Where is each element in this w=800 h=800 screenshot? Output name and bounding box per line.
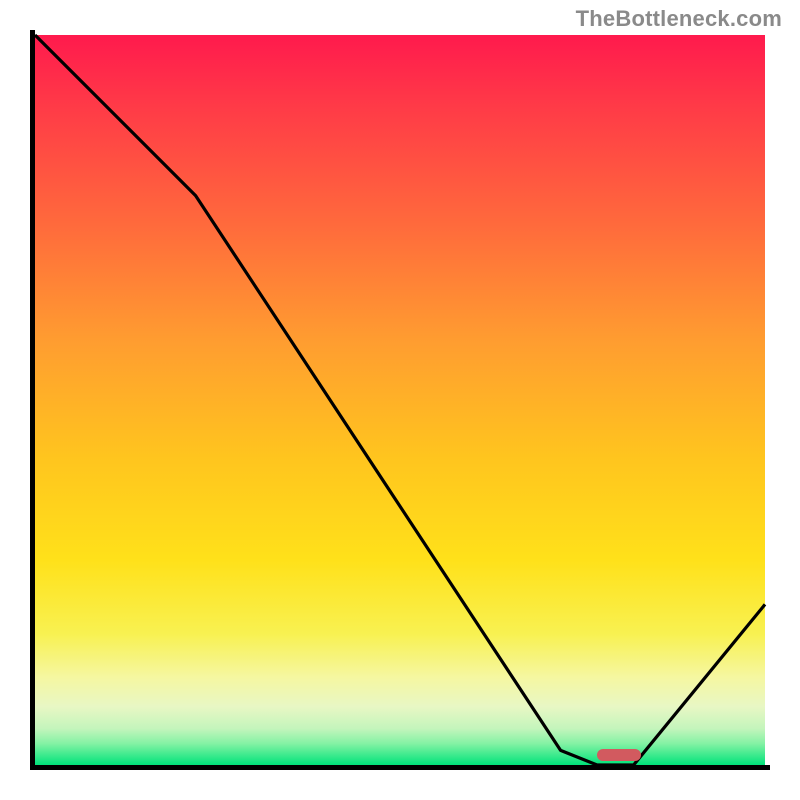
bottleneck-curve xyxy=(35,35,765,765)
plot-area xyxy=(35,35,765,765)
optimal-range-marker xyxy=(597,749,641,761)
curve-layer xyxy=(35,35,765,765)
watermark-text: TheBottleneck.com xyxy=(576,6,782,32)
chart-container: TheBottleneck.com xyxy=(0,0,800,800)
